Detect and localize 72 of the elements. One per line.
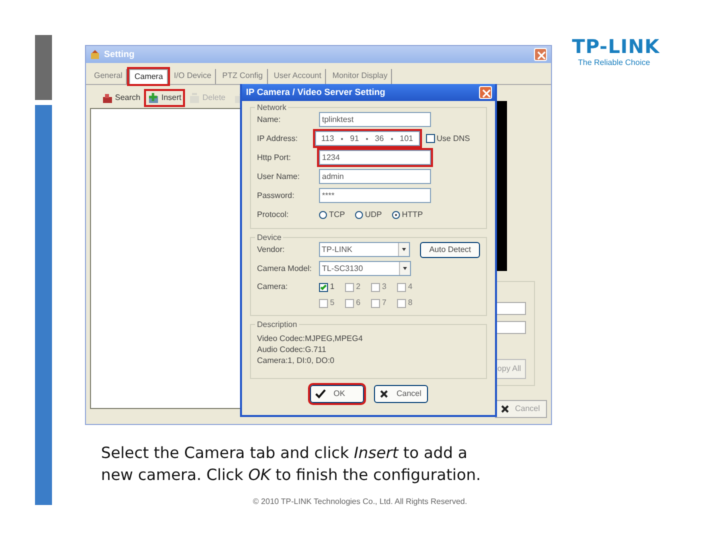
description-line: Camera:1, DI:0, DO:0 bbox=[257, 355, 334, 366]
dropdown-value: TP-LINK bbox=[322, 244, 352, 256]
checkbox-label: Use DNS bbox=[436, 132, 470, 144]
check-icon bbox=[314, 389, 326, 399]
logo-wordmark: TP-LINK bbox=[572, 37, 660, 57]
checkbox-label: 5 bbox=[330, 297, 334, 309]
toolbar-button[interactable]: Insert bbox=[146, 91, 184, 105]
close-button[interactable] bbox=[534, 48, 547, 61]
caret-icon bbox=[399, 262, 410, 275]
cancel-button[interactable]: Cancel bbox=[374, 385, 428, 403]
dropdown[interactable] bbox=[494, 321, 526, 334]
accent-bar bbox=[35, 35, 52, 100]
ip-address-field[interactable]: 113 91 36 101 bbox=[314, 131, 420, 146]
dialog-title: IP Camera / Video Server Setting bbox=[246, 86, 386, 99]
input-field[interactable]: 1234 bbox=[319, 150, 431, 165]
field-label: IP Address: bbox=[257, 132, 299, 144]
close-button[interactable] bbox=[479, 86, 492, 99]
field-label: Camera: bbox=[257, 281, 289, 293]
logo-tagline: The Reliable Choice bbox=[578, 57, 652, 69]
ip-octet: 101 bbox=[400, 132, 414, 144]
field-label: Vendor: bbox=[257, 244, 286, 256]
camera-list[interactable] bbox=[90, 108, 242, 409]
checkbox[interactable] bbox=[426, 134, 435, 143]
input-field[interactable]: tplinktest bbox=[319, 112, 431, 127]
app-icon bbox=[90, 49, 100, 60]
window-title: Setting bbox=[104, 48, 134, 61]
ip-octet: 113 bbox=[321, 132, 334, 144]
ip-octet: 91 bbox=[350, 132, 359, 144]
radio-button[interactable] bbox=[319, 210, 327, 218]
checkbox-label: 3 bbox=[382, 281, 386, 293]
field-label: Camera Model: bbox=[257, 262, 313, 274]
radio-label: TCP bbox=[329, 208, 345, 220]
close-icon bbox=[535, 49, 548, 62]
field-label: Http Port: bbox=[257, 152, 292, 164]
cross-icon bbox=[378, 389, 388, 399]
copyright-text: © 2010 TP-LINK Technologies Co., Ltd. All Rights Reserved. bbox=[252, 496, 468, 508]
caption-text: Select the Camera tab and click Insert to add a new camera. Click OK to finish the configuration. bbox=[101, 443, 482, 486]
dropdown[interactable]: TL-SC3130 bbox=[319, 261, 411, 276]
auto-detect-button[interactable]: Auto Detect bbox=[420, 242, 480, 258]
checkbox-label: 7 bbox=[382, 297, 386, 309]
radio-button[interactable] bbox=[355, 210, 363, 218]
group-label: Description bbox=[255, 319, 300, 331]
description-line: Video Codec:MJPEG,MPEG4 bbox=[257, 333, 363, 344]
ok-button[interactable]: OK bbox=[310, 385, 364, 403]
close-icon bbox=[480, 87, 493, 100]
tab[interactable]: Camera bbox=[129, 69, 168, 84]
field-label: Name: bbox=[257, 114, 282, 126]
tab[interactable]: I/O Device bbox=[170, 69, 216, 84]
checkbox[interactable] bbox=[319, 282, 328, 292]
dropdown[interactable] bbox=[494, 302, 526, 315]
description-line: Audio Codec:G.711 bbox=[257, 344, 326, 355]
checkbox-label: 6 bbox=[356, 297, 360, 309]
dropdown[interactable]: TP-LINK bbox=[318, 242, 410, 257]
radio-label: UDP bbox=[365, 208, 382, 220]
input-field[interactable]: admin bbox=[319, 169, 431, 184]
checkbox-label: 1 bbox=[330, 281, 334, 293]
checkbox-label: 2 bbox=[356, 281, 360, 293]
caret-icon bbox=[398, 243, 410, 256]
radio-button[interactable] bbox=[392, 210, 400, 218]
ip-octet: 36 bbox=[374, 132, 384, 144]
toolbar-button[interactable]: Search bbox=[100, 91, 142, 105]
checkbox-label: 8 bbox=[408, 297, 412, 309]
checkbox-label: 4 bbox=[408, 281, 412, 293]
input-field[interactable]: **** bbox=[319, 188, 431, 203]
folder-icon bbox=[102, 92, 113, 104]
add-icon bbox=[148, 92, 160, 104]
cross-icon bbox=[500, 404, 510, 414]
radio-label: HTTP bbox=[402, 208, 423, 220]
dropdown-value: TL-SC3130 bbox=[322, 262, 363, 274]
field-label: User Name: bbox=[257, 170, 301, 182]
field-label: Protocol: bbox=[257, 208, 290, 220]
field-label: Password: bbox=[257, 190, 296, 202]
